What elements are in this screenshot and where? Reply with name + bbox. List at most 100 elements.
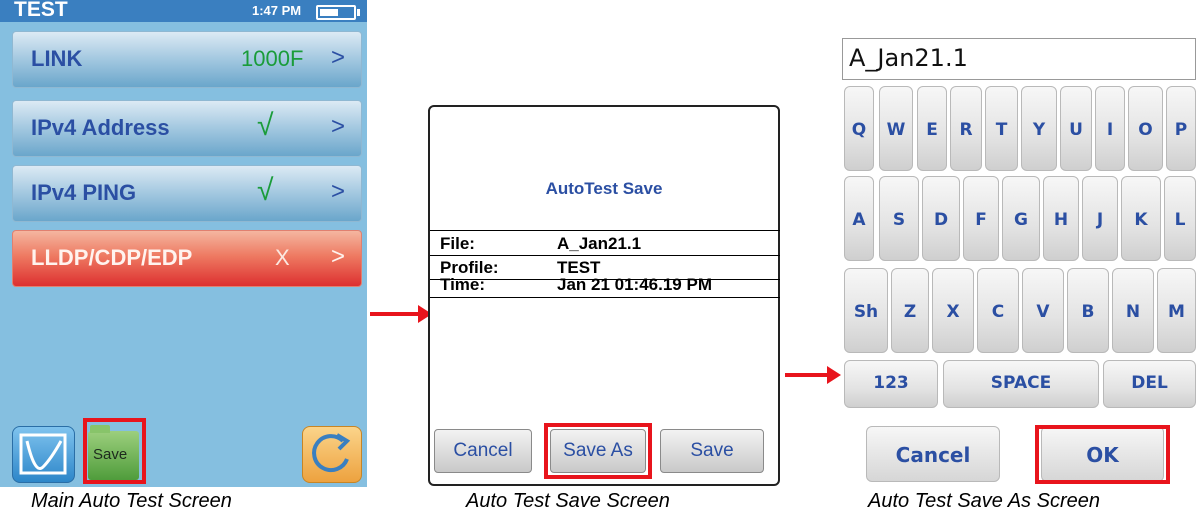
- key-label: Z: [903, 302, 917, 322]
- field-key: Time:: [440, 275, 486, 294]
- battery-tip: [357, 9, 360, 16]
- main-auto-test-screen: TEST 1:47 PM LINK 1000F > IPv4 Address √…: [0, 0, 367, 487]
- cancel-button[interactable]: Cancel: [866, 426, 1000, 482]
- key-label: E: [926, 120, 938, 140]
- filename-input[interactable]: A_Jan21.1: [842, 38, 1196, 80]
- field-value: Jan 21 01:46.19 PM: [557, 275, 712, 294]
- space-key[interactable]: SPACE: [943, 360, 1099, 408]
- key-label: C: [991, 302, 1005, 322]
- row-lldp-cdp-edp[interactable]: LLDP/CDP/EDP X >: [12, 230, 362, 287]
- row-label: LLDP/CDP/EDP: [31, 245, 193, 270]
- screen-title: TEST: [14, 0, 68, 21]
- filename-value: A_Jan21.1: [849, 44, 968, 72]
- save-button[interactable]: Save: [660, 429, 764, 473]
- row-ipv4-address[interactable]: IPv4 Address √ >: [12, 100, 362, 157]
- delete-key[interactable]: DEL: [1103, 360, 1196, 408]
- shift-key[interactable]: Sh: [844, 268, 888, 353]
- key-label: L: [1174, 210, 1186, 230]
- refresh-button[interactable]: [302, 426, 362, 483]
- divider: [430, 230, 780, 231]
- key-z[interactable]: Z: [891, 268, 929, 353]
- chevron-right-icon: >: [331, 178, 346, 205]
- key-y[interactable]: Y: [1021, 86, 1057, 171]
- key-o[interactable]: O: [1128, 86, 1163, 171]
- arrow-right-icon: [785, 366, 841, 384]
- dialog-title: AutoTest Save: [545, 179, 663, 198]
- key-l[interactable]: L: [1164, 176, 1196, 261]
- key-label: W: [886, 120, 906, 140]
- key-label: SPACE: [990, 373, 1052, 393]
- battery-icon: [316, 5, 360, 20]
- graph-button[interactable]: [12, 426, 75, 483]
- save-highlight: [83, 418, 146, 484]
- key-a[interactable]: A: [844, 176, 874, 261]
- row-ipv4-ping[interactable]: IPv4 PING √ >: [12, 165, 362, 222]
- refresh-icon: [312, 433, 351, 473]
- key-label: S: [892, 210, 906, 230]
- key-b[interactable]: B: [1067, 268, 1109, 353]
- key-label: F: [975, 210, 987, 230]
- auto-test-save-dialog: AutoTest Save File: A_Jan21.1 Profile: T…: [428, 105, 780, 486]
- key-label: U: [1069, 120, 1083, 140]
- key-r[interactable]: R: [950, 86, 982, 171]
- status-bar: TEST 1:47 PM: [0, 0, 367, 22]
- fail-x-icon: X: [275, 245, 290, 270]
- key-u[interactable]: U: [1060, 86, 1092, 171]
- cancel-button[interactable]: Cancel: [434, 429, 532, 473]
- key-label: Y: [1032, 120, 1046, 140]
- key-label: T: [995, 120, 1008, 140]
- row-link[interactable]: LINK 1000F >: [12, 31, 362, 88]
- key-m[interactable]: M: [1157, 268, 1196, 353]
- key-label: N: [1125, 302, 1141, 322]
- key-n[interactable]: N: [1112, 268, 1154, 353]
- key-label: J: [1096, 210, 1104, 230]
- field-key: File:: [440, 234, 475, 253]
- key-e[interactable]: E: [917, 86, 947, 171]
- key-label: K: [1134, 210, 1148, 230]
- field-value: A_Jan21.1: [557, 234, 642, 253]
- key-h[interactable]: H: [1043, 176, 1079, 261]
- check-icon: √: [257, 109, 274, 142]
- battery-level: [320, 9, 338, 16]
- caption-save: Auto Test Save Screen: [466, 490, 670, 512]
- key-t[interactable]: T: [985, 86, 1018, 171]
- key-x[interactable]: X: [932, 268, 974, 353]
- key-q[interactable]: Q: [844, 86, 874, 171]
- key-g[interactable]: G: [1002, 176, 1040, 261]
- key-label: Q: [851, 120, 867, 140]
- key-label: A: [852, 210, 866, 230]
- key-c[interactable]: C: [977, 268, 1019, 353]
- key-i[interactable]: I: [1095, 86, 1125, 171]
- key-label: B: [1081, 302, 1095, 322]
- row-label: LINK: [31, 46, 83, 71]
- row-label: IPv4 PING: [31, 180, 137, 205]
- key-v[interactable]: V: [1022, 268, 1064, 353]
- check-icon: √: [257, 174, 274, 207]
- key-label: Sh: [853, 302, 879, 322]
- key-label: 123: [873, 373, 909, 393]
- key-label: M: [1168, 302, 1185, 322]
- key-p[interactable]: P: [1166, 86, 1196, 171]
- key-j[interactable]: J: [1082, 176, 1118, 261]
- numbers-key[interactable]: 123: [844, 360, 938, 408]
- key-label: V: [1036, 302, 1050, 322]
- ok-highlight: [1035, 425, 1170, 484]
- divider: [430, 255, 780, 256]
- chevron-right-icon: >: [331, 113, 346, 140]
- graph-icon: [19, 433, 67, 475]
- clock: 1:47 PM: [252, 3, 302, 18]
- row-value: 1000F: [241, 46, 304, 71]
- key-k[interactable]: K: [1121, 176, 1161, 261]
- divider: [430, 297, 780, 298]
- key-label: X: [946, 302, 960, 322]
- key-s[interactable]: S: [879, 176, 919, 261]
- save-as-highlight: [544, 423, 652, 479]
- key-label: O: [1138, 120, 1153, 140]
- key-f[interactable]: F: [963, 176, 999, 261]
- key-d[interactable]: D: [922, 176, 960, 261]
- key-w[interactable]: W: [879, 86, 913, 171]
- chevron-right-icon: >: [331, 44, 346, 71]
- key-label: G: [1014, 210, 1028, 230]
- key-label: DEL: [1131, 373, 1168, 393]
- arrow-right-icon: [370, 305, 432, 323]
